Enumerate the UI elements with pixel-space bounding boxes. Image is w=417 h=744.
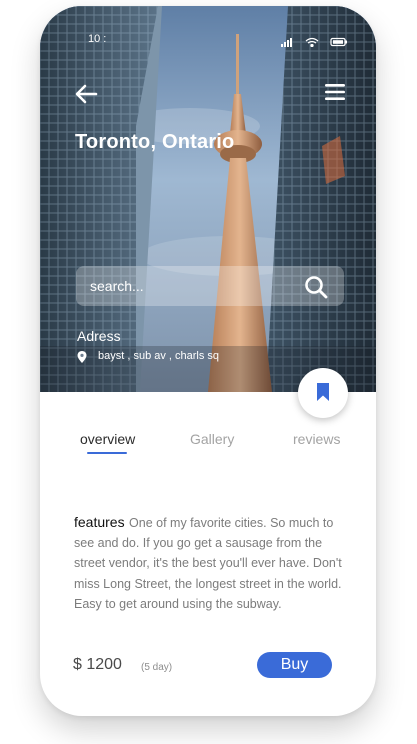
- features-title: features: [74, 514, 125, 530]
- search-icon[interactable]: [304, 275, 328, 299]
- tab-gallery[interactable]: Gallery: [190, 431, 234, 447]
- buy-button[interactable]: Buy: [257, 652, 332, 678]
- features-section: features One of my favorite cities. So m…: [74, 513, 352, 614]
- address-label: Adress: [77, 328, 121, 344]
- features-description: One of my favorite cities. So much to se…: [74, 516, 342, 611]
- trip-duration: (5 day): [141, 662, 173, 673]
- bookmark-button[interactable]: [298, 368, 348, 418]
- active-tab-indicator: [87, 452, 127, 454]
- location-pin-icon: [77, 351, 87, 363]
- search-input[interactable]: [90, 276, 290, 296]
- tab-overview[interactable]: overview: [80, 431, 135, 447]
- city-title: Toronto, Ontario: [75, 131, 235, 153]
- arrow-left-icon[interactable]: [74, 83, 98, 105]
- hero-photo: 10 : Toronto, Ontario search... Adress b…: [40, 6, 376, 392]
- signal-icon: [281, 38, 292, 47]
- address-text: bayst , sub av , charls sq: [98, 350, 220, 362]
- battery-icon: [330, 37, 347, 47]
- bookmark-icon: [317, 383, 329, 401]
- status-icons: [281, 37, 347, 47]
- price: $ 1200: [73, 656, 122, 673]
- phone-frame: 10 : Toronto, Ontario search... Adress b…: [40, 6, 376, 716]
- wifi-icon: [305, 37, 319, 47]
- status-time: 10 :: [88, 33, 107, 45]
- tab-reviews[interactable]: reviews: [293, 431, 340, 447]
- search-bar: [76, 266, 344, 306]
- hamburger-menu-icon[interactable]: [324, 82, 346, 102]
